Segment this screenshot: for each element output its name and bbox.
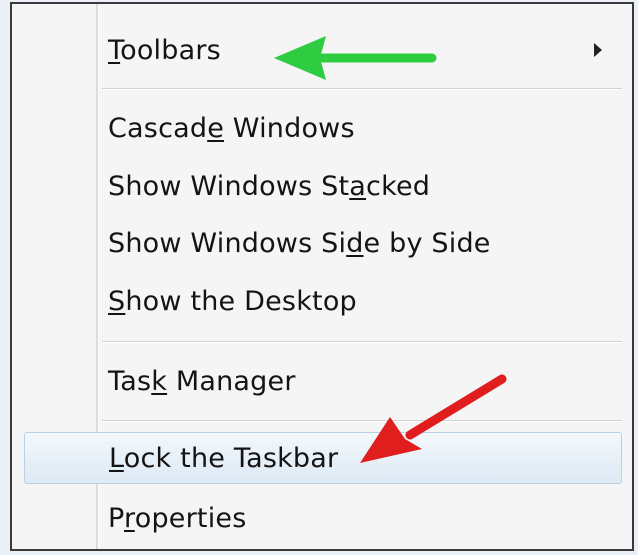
menu-item-properties[interactable]: Properties — [98, 492, 624, 544]
menu-item-label: Lock the Taskbar — [109, 442, 339, 474]
menu-item-label: Show the Desktop — [108, 285, 357, 317]
menu-item-cascade-windows[interactable]: Cascade Windows — [98, 102, 624, 154]
menu-separator — [102, 420, 622, 422]
menu-separator — [102, 341, 622, 343]
menu-item-lock-the-taskbar[interactable]: Lock the Taskbar — [24, 432, 622, 484]
menu-item-label: Toolbars — [108, 34, 221, 66]
menu-item-show-the-desktop[interactable]: Show the Desktop — [98, 275, 624, 327]
menu-item-toolbars[interactable]: Toolbars — [98, 24, 624, 76]
menu-item-label: Show Windows Side by Side — [108, 227, 491, 259]
menu-item-label: Show Windows Stacked — [108, 170, 431, 202]
submenu-arrow-icon — [594, 43, 602, 57]
menu-item-label: Task Manager — [108, 365, 296, 397]
menu-item-task-manager[interactable]: Task Manager — [98, 355, 624, 407]
menu-item-show-windows-stacked[interactable]: Show Windows Stacked — [98, 160, 624, 212]
menu-item-label: Properties — [108, 502, 247, 534]
taskbar-context-menu: Toolbars Cascade Windows Show Windows St… — [10, 2, 634, 551]
menu-item-show-windows-side-by-side[interactable]: Show Windows Side by Side — [98, 217, 624, 269]
menu-separator — [102, 88, 622, 90]
menu-item-label: Cascade Windows — [108, 112, 355, 144]
